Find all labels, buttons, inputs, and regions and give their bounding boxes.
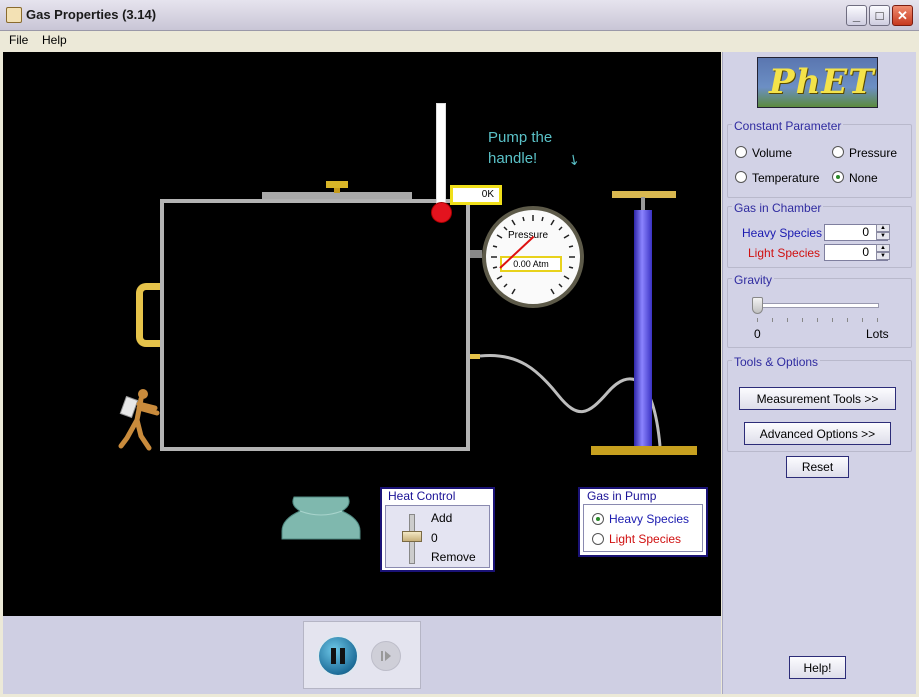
gravity-tick	[877, 318, 878, 322]
menu-help[interactable]: Help	[42, 33, 67, 47]
gravity-tick	[772, 318, 773, 322]
lid-knob[interactable]	[326, 181, 348, 188]
gravity-tick	[802, 318, 803, 322]
gravity-slider-thumb[interactable]	[752, 297, 763, 314]
reset-button[interactable]: Reset	[786, 456, 849, 478]
menu-bar: File Help	[0, 31, 919, 51]
constant-parameter-group	[727, 124, 912, 198]
gravity-tick	[862, 318, 863, 322]
light-species-label: Light Species	[748, 246, 821, 260]
pressure-radio[interactable]	[832, 146, 844, 158]
none-radio[interactable]	[832, 171, 844, 183]
gravity-max-label: Lots	[866, 327, 889, 341]
pump-hint-line-2: handle!	[488, 150, 538, 167]
phet-logo-text: PhET	[769, 62, 875, 102]
none-label[interactable]: None	[849, 171, 878, 185]
gas-in-chamber-title: Gas in Chamber	[732, 201, 824, 215]
pump-heavy-label[interactable]: Heavy Species	[609, 512, 689, 526]
heater-stove-icon	[281, 496, 361, 540]
tools-options-title: Tools & Options	[732, 355, 821, 369]
pump-light-radio[interactable]	[592, 533, 604, 545]
volume-radio[interactable]	[735, 146, 747, 158]
pump-hint-text: Pump the handle!	[488, 127, 552, 169]
thermometer-tube	[436, 103, 446, 206]
gravity-min-label: 0	[754, 327, 761, 341]
window-title: Gas Properties (3.14)	[26, 7, 157, 22]
light-down-arrow-icon[interactable]: ▼	[876, 252, 890, 260]
thermometer-bulb	[431, 202, 452, 223]
pump-light-label[interactable]: Light Species	[609, 532, 681, 546]
gravity-tick	[847, 318, 848, 322]
title-bar: Gas Properties (3.14) _ □ ✕	[0, 0, 919, 31]
pump-cylinder	[634, 210, 652, 446]
gravity-tick	[832, 318, 833, 322]
minimize-button[interactable]: _	[846, 5, 867, 26]
heavy-species-spinner-arrows[interactable]: ▲ ▼	[876, 224, 890, 241]
temperature-radio[interactable]	[735, 171, 747, 183]
heat-slider-thumb[interactable]	[402, 531, 422, 542]
gas-in-pump-title: Gas in Pump	[586, 489, 658, 503]
gravity-title: Gravity	[732, 273, 775, 287]
pump-rod	[641, 197, 645, 211]
step-button[interactable]	[371, 641, 401, 671]
gauge-connector	[470, 250, 482, 258]
constant-parameter-title: Constant Parameter	[732, 119, 844, 133]
pump-heavy-radio[interactable]	[592, 513, 604, 525]
temperature-label[interactable]: Temperature	[752, 171, 819, 185]
volume-label[interactable]: Volume	[752, 146, 792, 160]
light-species-spinner-arrows[interactable]: ▲ ▼	[876, 244, 890, 261]
heavy-species-label: Heavy Species	[742, 226, 823, 240]
person-figure-icon	[118, 389, 160, 451]
pause-button[interactable]	[317, 635, 359, 677]
gravity-tick	[787, 318, 788, 322]
app-icon	[6, 7, 22, 23]
heat-add-label: Add	[431, 511, 453, 525]
pressure-label[interactable]: Pressure	[849, 146, 897, 160]
pump-base	[591, 446, 697, 455]
advanced-options-button[interactable]: Advanced Options >>	[744, 422, 891, 445]
maximize-button[interactable]: □	[869, 5, 890, 26]
close-button[interactable]: ✕	[892, 5, 913, 26]
heavy-up-arrow-icon[interactable]: ▲	[876, 224, 890, 232]
pause-icon	[331, 648, 345, 664]
light-up-arrow-icon[interactable]: ▲	[876, 244, 890, 252]
gas-chamber	[160, 199, 470, 451]
thermometer-readout: 0K	[450, 185, 502, 205]
gravity-tick	[817, 318, 818, 322]
heat-remove-label: Remove	[431, 550, 476, 564]
gravity-tick	[757, 318, 758, 322]
heat-control-title: Heat Control	[387, 489, 457, 503]
menu-file[interactable]: File	[9, 33, 28, 47]
heavy-down-arrow-icon[interactable]: ▼	[876, 232, 890, 240]
chamber-wall-handle[interactable]	[136, 283, 160, 347]
measurement-tools-button[interactable]: Measurement Tools >>	[739, 387, 896, 410]
step-icon	[381, 651, 391, 661]
heat-zero-label: 0	[431, 531, 438, 545]
help-button[interactable]: Help!	[789, 656, 846, 679]
pump-hint-line-1: Pump the	[488, 129, 553, 146]
gravity-slider-track[interactable]	[757, 303, 879, 308]
